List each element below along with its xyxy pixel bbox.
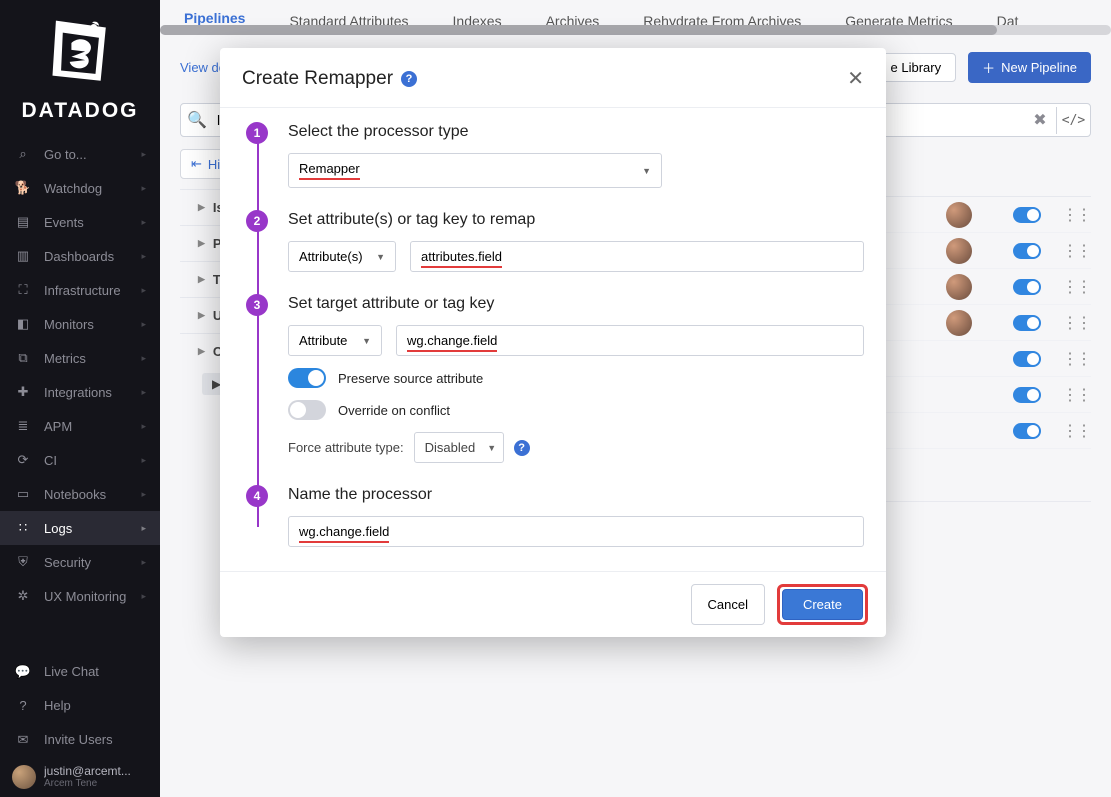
source-attr-input[interactable]: attributes.field — [410, 241, 864, 272]
step-badge-2: 2 — [246, 210, 268, 232]
chevron-down-icon: ▼ — [487, 443, 496, 453]
create-remapper-modal: Create Remapper ? ✕ 1 Select the process… — [220, 48, 886, 637]
create-button[interactable]: Create — [782, 589, 863, 620]
step1-title: Select the processor type — [288, 123, 864, 141]
override-conflict-toggle[interactable] — [288, 400, 326, 420]
chevron-down-icon: ▼ — [376, 252, 385, 262]
modal-title: Create Remapper ? — [242, 68, 417, 90]
target-kind-select[interactable]: Attribute ▼ — [288, 325, 382, 356]
create-button-highlight: Create — [777, 584, 868, 625]
target-attr-input[interactable]: wg.change.field — [396, 325, 864, 356]
help-icon[interactable]: ? — [401, 71, 417, 87]
step-badge-1: 1 — [246, 122, 268, 144]
chevron-down-icon: ▼ — [642, 166, 651, 176]
chevron-down-icon: ▼ — [362, 336, 371, 346]
step4-title: Name the processor — [288, 486, 864, 504]
step-badge-4: 4 — [246, 485, 268, 507]
preserve-source-toggle[interactable] — [288, 368, 326, 388]
step2-title: Set attribute(s) or tag key to remap — [288, 211, 864, 229]
help-icon[interactable]: ? — [514, 440, 530, 456]
step-badge-3: 3 — [246, 294, 268, 316]
cancel-button[interactable]: Cancel — [691, 584, 765, 625]
close-icon[interactable]: ✕ — [847, 66, 864, 91]
force-attr-select[interactable]: Disabled ▼ — [414, 432, 504, 463]
source-kind-select[interactable]: Attribute(s) ▼ — [288, 241, 396, 272]
step3-title: Set target attribute or tag key — [288, 295, 864, 313]
processor-type-select[interactable]: Remapper ▼ — [288, 153, 662, 188]
force-attr-label: Force attribute type: — [288, 440, 404, 455]
processor-name-input[interactable]: wg.change.field — [288, 516, 864, 547]
